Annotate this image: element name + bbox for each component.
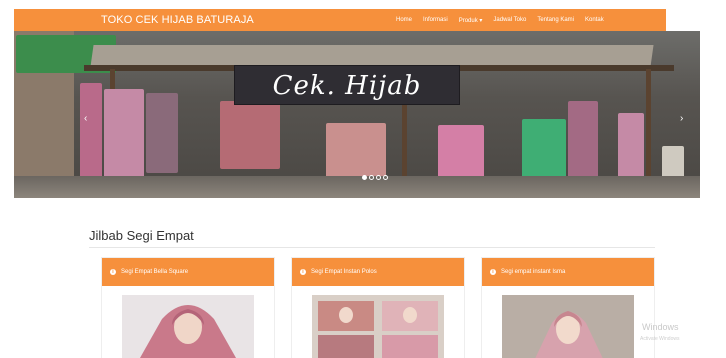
brand-title[interactable]: TOKO CEK HIJAB BATURAJA [101,14,254,26]
page: TOKO CEK HIJAB BATURAJA Home Informasi P… [0,0,726,358]
product-card-title[interactable]: Segi Empat Bella Square [121,269,188,275]
product-image-illustration [139,305,237,358]
carousel-indicator-4[interactable] [383,175,388,180]
info-icon: i [110,269,116,275]
section-title: Jilbab Segi Empat [89,228,194,243]
hero-hanging-cloth [326,123,386,183]
nav-link-kontak[interactable]: Kontak [585,17,604,23]
nav-link-home[interactable]: Home [396,17,412,23]
hero-hanging-cloth [220,101,280,169]
product-card-title[interactable]: Segi empat instant Isma [501,269,565,275]
info-icon: i [300,269,306,275]
carousel-indicator-2[interactable] [369,175,374,180]
info-icon: i [490,269,496,275]
hero-shop-sign: Cek. Hijab [234,65,460,105]
product-card[interactable]: i Segi empat instant Isma [481,257,655,358]
section-divider [89,247,655,248]
product-card-header[interactable]: i Segi Empat Instan Polos [292,258,464,286]
carousel-prev-icon[interactable]: ‹ [84,113,87,124]
activation-watermark-subtitle: Activate Windows [640,336,680,342]
product-card-header[interactable]: i Segi Empat Bella Square [102,258,274,286]
product-image[interactable] [312,295,444,358]
product-card-header[interactable]: i Segi empat instant Isma [482,258,654,286]
activation-watermark-title: Windows [642,322,679,332]
nav-link-jadwal-toko[interactable]: Jadwal Toko [493,17,526,23]
product-image-illustration [502,295,634,358]
nav-link-tentang-kami[interactable]: Tentang Kami [537,17,574,23]
product-card-title[interactable]: Segi Empat Instan Polos [311,269,377,275]
nav-menu: Home Informasi Produk ▾ Jadwal Toko Tent… [396,9,615,31]
carousel-indicator-3[interactable] [376,175,381,180]
hero-hanging-cloth [146,93,178,173]
nav-link-informasi[interactable]: Informasi [423,17,448,23]
product-card[interactable]: i Segi Empat Instan Polos [291,257,465,358]
hero-hanging-cloth [104,89,144,189]
carousel-next-icon[interactable]: › [680,113,683,124]
hero-carousel: Cek. Hijab ‹ › [14,31,700,198]
navbar: TOKO CEK HIJAB BATURAJA Home Informasi P… [14,9,666,31]
hero-roof [90,45,654,67]
carousel-indicators [362,175,388,180]
product-image[interactable] [122,295,254,358]
nav-link-produk-dropdown[interactable]: Produk ▾ [459,17,483,24]
carousel-indicator-1[interactable] [362,175,367,180]
product-image-illustration [318,301,438,358]
hero-ground [14,176,700,198]
product-card[interactable]: i Segi Empat Bella Square [101,257,275,358]
product-image[interactable] [502,295,634,358]
